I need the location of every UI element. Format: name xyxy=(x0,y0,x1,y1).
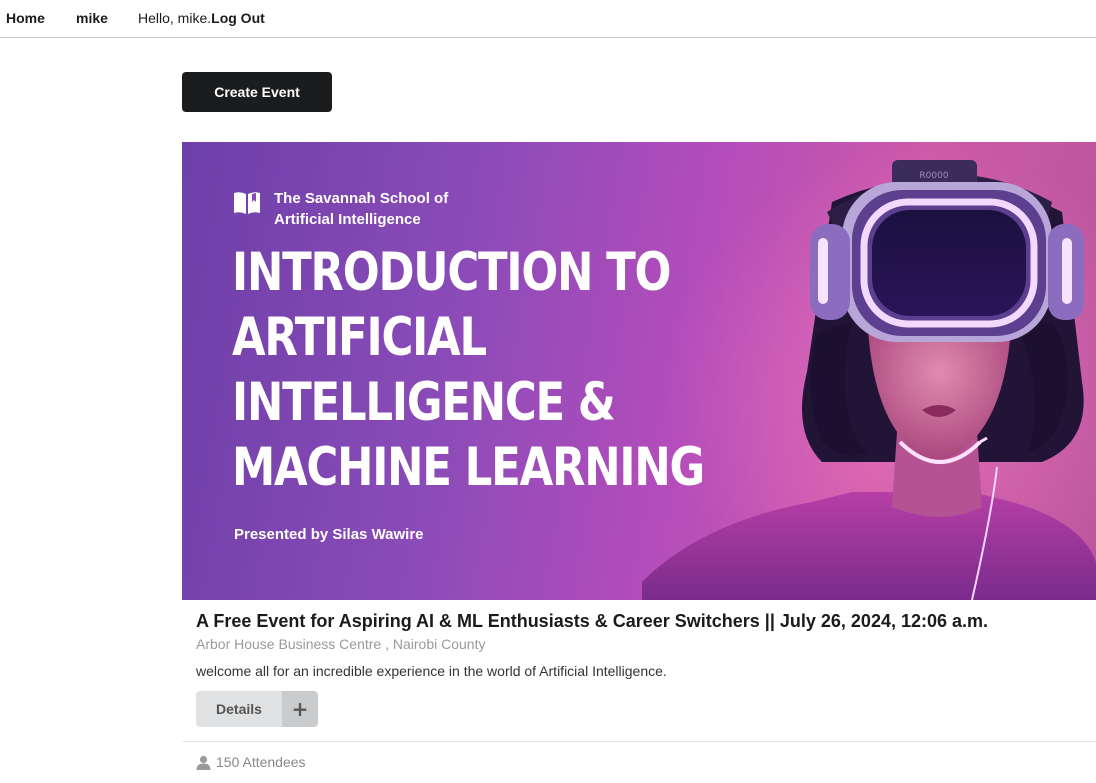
event-title[interactable]: A Free Event for Aspiring AI & ML Enthus… xyxy=(196,611,988,632)
headline-line-3: INTELLIGENCE & xyxy=(232,372,616,433)
presenter-name: Silas Wawire xyxy=(332,526,424,543)
headset-label: R0000 xyxy=(919,171,948,181)
event-description: welcome all for an incredible experience… xyxy=(196,663,667,679)
event-banner-image[interactable]: The Savannah School of Artificial Intell… xyxy=(182,142,1096,600)
details-button-group: Details + xyxy=(196,691,318,727)
details-button[interactable]: Details xyxy=(196,691,282,727)
user-icon xyxy=(196,755,211,770)
top-nav: Home mike Hello, mike.Log Out xyxy=(0,0,1096,38)
school-name: The Savannah School of Artificial Intell… xyxy=(274,188,504,230)
presented-prefix: Presented by xyxy=(234,526,333,543)
create-event-button[interactable]: Create Event xyxy=(182,72,332,112)
plus-icon[interactable]: + xyxy=(282,691,318,727)
attendees-text: 150 Attendees xyxy=(216,754,306,770)
school-branding: The Savannah School of Artificial Intell… xyxy=(232,188,504,230)
banner-headline: INTRODUCTION TO ARTIFICIAL INTELLIGENCE … xyxy=(232,240,705,500)
nav-home-link[interactable]: Home xyxy=(6,10,45,26)
headline-line-1: INTRODUCTION TO xyxy=(232,242,671,303)
greeting-text: Hello, mike. xyxy=(138,10,212,26)
nav-greeting: Hello, mike.Log Out xyxy=(138,10,265,26)
card-divider xyxy=(182,741,1096,742)
headline-line-4: MACHINE LEARNING xyxy=(232,437,705,498)
school-line-2: Artificial Intelligence xyxy=(274,211,421,228)
vr-headset-illustration: R0000 xyxy=(642,160,1096,600)
school-line-1: The Savannah School of xyxy=(274,190,449,207)
book-icon xyxy=(234,192,260,214)
event-location: Arbor House Business Centre , Nairobi Co… xyxy=(196,636,486,652)
headline-line-2: ARTIFICIAL xyxy=(232,307,487,368)
nav-user-link[interactable]: mike xyxy=(76,10,108,26)
attendees-count: 150 Attendees xyxy=(196,754,306,770)
presented-by: Presented by Silas Wawire xyxy=(234,526,424,543)
logout-link[interactable]: Log Out xyxy=(211,10,265,26)
